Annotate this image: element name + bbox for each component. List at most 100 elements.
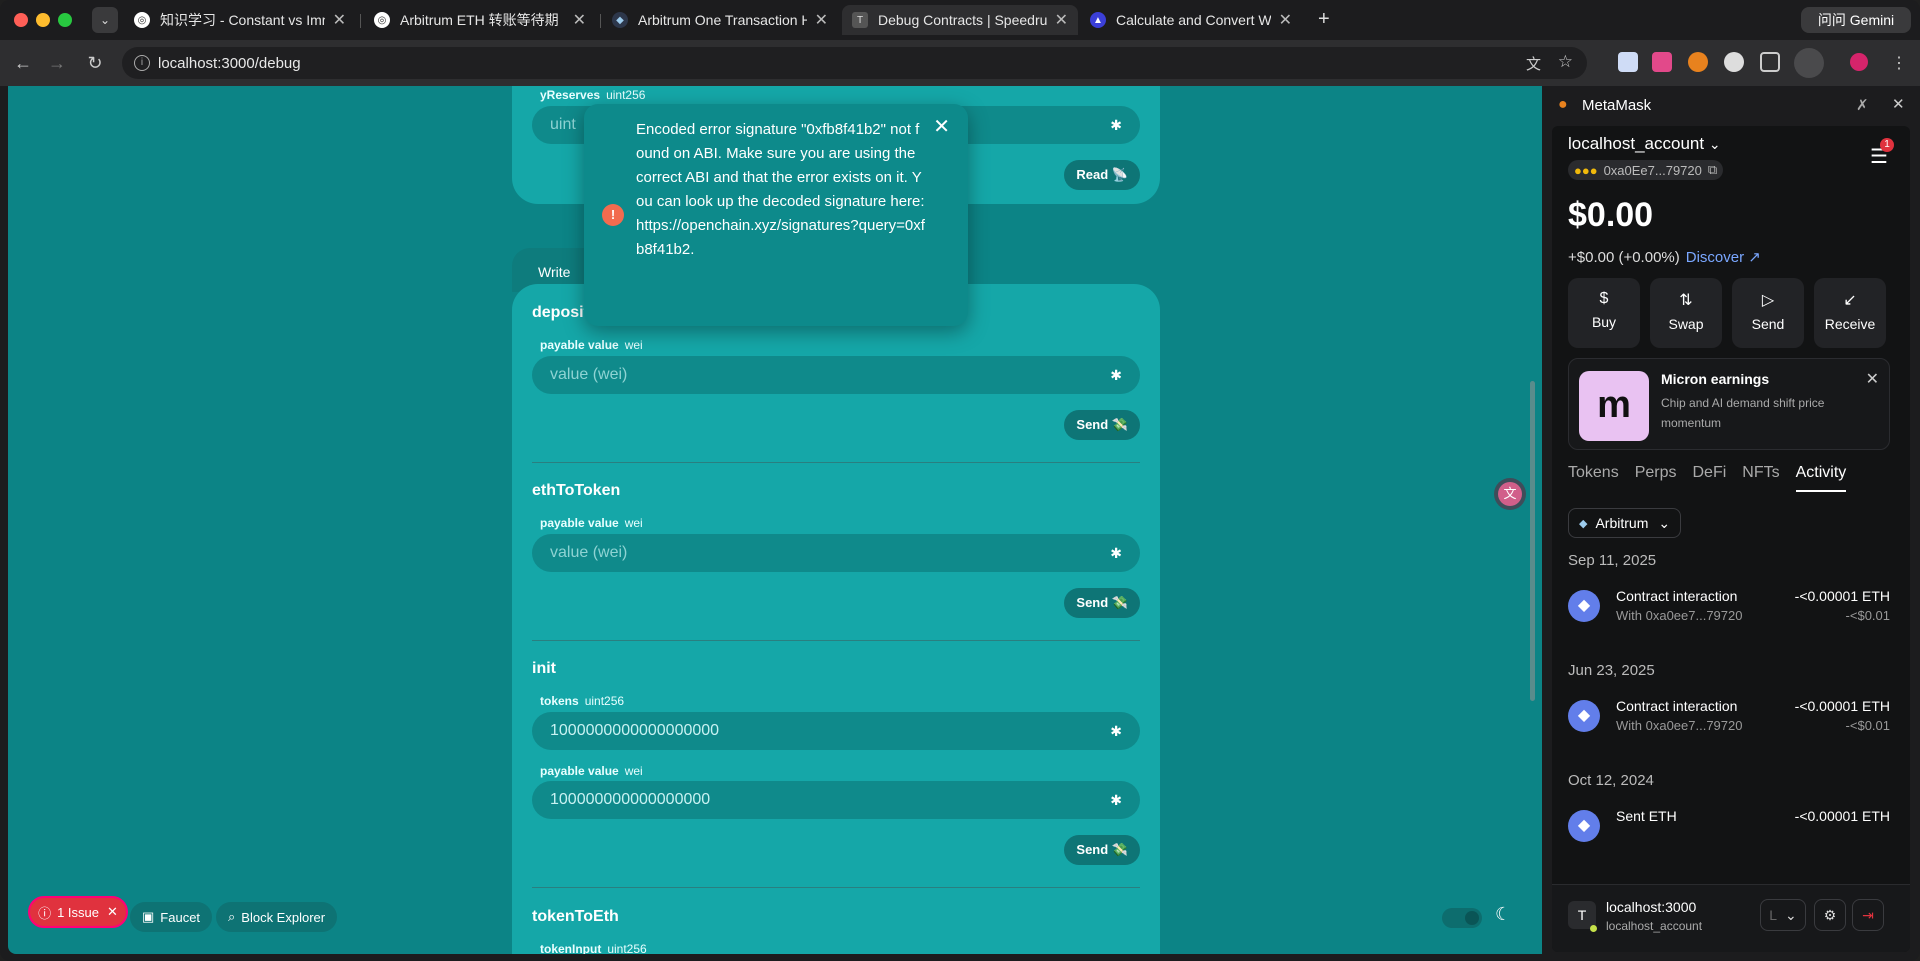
read-button[interactable]: Read 📡 [1064, 160, 1140, 190]
close-promo-icon[interactable]: ✕ [1866, 369, 1879, 389]
theme-toggle[interactable] [1442, 908, 1482, 928]
init-tokens-input[interactable]: 1000000000000000000 ✱ [532, 712, 1140, 750]
gemini-button[interactable]: 问问 Gemini [1801, 7, 1911, 33]
buy-button[interactable]: $ Buy [1568, 278, 1640, 348]
send-button[interactable]: Send 💸 [1064, 410, 1140, 440]
activity-item[interactable]: ◆ Contract interaction With 0xa0ee7...79… [1568, 582, 1890, 632]
copy-icon[interactable]: ⧉ [1708, 162, 1717, 178]
metamask-header: ● MetaMask ✗ ✕ [1542, 86, 1920, 126]
asterisk-icon[interactable]: ✱ [1110, 723, 1122, 740]
close-tab-icon[interactable]: ✕ [1055, 10, 1068, 30]
tab-title: Arbitrum One Transaction Has [638, 12, 807, 28]
close-toast-icon[interactable]: ✕ [933, 114, 950, 139]
balance: $0.00 [1568, 196, 1654, 234]
site-info-icon[interactable]: i [134, 55, 150, 71]
account-select[interactable]: L ⌄ [1760, 899, 1806, 931]
forward-icon[interactable]: → [44, 50, 70, 76]
disconnect-icon[interactable]: ⇥ [1852, 899, 1884, 931]
more-menu-icon[interactable]: ⋮ [1886, 50, 1912, 76]
new-tab-button[interactable]: + [1318, 8, 1330, 31]
translate-icon: 文 [1498, 482, 1522, 506]
settings-gear-icon[interactable]: ⚙ [1814, 899, 1846, 931]
tab-title: Calculate and Convert Wei, G [1116, 12, 1271, 28]
speedrun-icon: T [852, 12, 868, 28]
param-label: payable value wei [540, 338, 643, 352]
tab-0[interactable]: ◎ 知识学习 - Constant vs Immut ✕ [124, 5, 356, 35]
ethtotoken-value-input[interactable]: value (wei) ✱ [532, 534, 1140, 572]
tab-activity[interactable]: Activity [1795, 458, 1847, 492]
close-tab-icon[interactable]: ✕ [1279, 10, 1292, 30]
deposit-value-input[interactable]: value (wei) ✱ [532, 356, 1140, 394]
function-name: deposit [532, 304, 589, 321]
translate-icon[interactable]: 文 [1526, 53, 1541, 74]
address-bar[interactable]: i localhost:3000/debug 文 ☆ [122, 47, 1587, 79]
translate-widget[interactable]: 文 [1494, 478, 1526, 510]
connected-account: localhost_account [1606, 919, 1703, 933]
profile-avatar[interactable] [1850, 53, 1868, 71]
tab-3-active[interactable]: T Debug Contracts | Speedrun E ✕ [842, 5, 1078, 35]
network-filter[interactable]: ◆ Arbitrum ⌄ [1568, 508, 1682, 538]
activity-date: Sep 11, 2025 [1568, 552, 1657, 569]
tab-4[interactable]: ▲ Calculate and Convert Wei, G ✕ [1080, 5, 1302, 35]
minimize-window-button[interactable] [36, 13, 50, 27]
tab-2[interactable]: ◆ Arbitrum One Transaction Has ✕ [602, 5, 838, 35]
send-button[interactable]: Send 💸 [1064, 835, 1140, 865]
docs-extension-icon[interactable] [1618, 52, 1638, 72]
maximize-window-button[interactable] [58, 13, 72, 27]
tab-defi[interactable]: DeFi [1693, 458, 1727, 492]
balance-change: +$0.00 (+0.00%) Discover ↗ [1568, 249, 1761, 266]
tab-search-icon[interactable]: ⌄ [92, 7, 118, 33]
extension-pink-icon[interactable] [1652, 52, 1672, 72]
address-pill[interactable]: ●●● 0xa0Ee7...79720 ⧉ [1568, 160, 1724, 180]
error-message: Encoded error signature "0xfb8f41b2" not… [636, 121, 925, 258]
connection-footer: T localhost:3000 localhost_account L ⌄ ⚙ … [1552, 884, 1910, 952]
reload-icon[interactable]: ↻ [82, 50, 108, 76]
init-value-input[interactable]: 100000000000000000 ✱ [532, 781, 1140, 819]
close-issues-icon[interactable]: ✕ [107, 904, 118, 920]
error-icon: ! [602, 204, 624, 226]
issues-badge[interactable]: ⓘ 1 Issue ✕ [28, 896, 128, 928]
openai-extension-icon[interactable] [1724, 52, 1744, 72]
close-panel-icon[interactable]: ✕ [1892, 95, 1905, 113]
asterisk-icon[interactable]: ✱ [1110, 367, 1122, 384]
account-selector[interactable]: localhost_account ⌄ [1568, 134, 1721, 154]
close-window-button[interactable] [14, 13, 28, 27]
tab-nfts[interactable]: NFTs [1742, 458, 1779, 492]
faucet-button[interactable]: ▣ Faucet [130, 902, 213, 932]
param-label: tokens uint256 [540, 694, 625, 708]
search-icon: ⌕ [228, 909, 236, 924]
asterisk-icon[interactable]: ✱ [1110, 545, 1122, 562]
asterisk-icon[interactable]: ✱ [1110, 117, 1122, 134]
tab-1[interactable]: ◎ Arbitrum ETH 转账等待期 ✕ [364, 5, 596, 35]
bookmark-star-icon[interactable]: ☆ [1558, 52, 1573, 72]
send-icon: ▷ [1761, 292, 1775, 309]
activity-item[interactable]: ◆ Sent ETH -<0.00001 ETH [1568, 802, 1890, 852]
block-explorer-button[interactable]: ⌕ Block Explorer [216, 902, 338, 932]
close-tab-icon[interactable]: ✕ [333, 10, 346, 30]
asterisk-icon[interactable]: ✱ [1110, 792, 1122, 809]
url-text: localhost:3000/debug [158, 54, 301, 72]
activity-item[interactable]: ◆ Contract interaction With 0xa0ee7...79… [1568, 692, 1890, 742]
metamask-fox-icon: ● [1558, 96, 1568, 113]
side-panel-icon[interactable] [1794, 48, 1824, 78]
toolbar: ← → ↻ i localhost:3000/debug 文 ☆ ⋮ [0, 40, 1920, 86]
param-label: tokenInput uint256 [540, 942, 647, 954]
send-button[interactable]: ▷ Send [1732, 278, 1804, 348]
receive-button[interactable]: ↙ Receive [1814, 278, 1886, 348]
back-icon[interactable]: ← [10, 50, 36, 76]
close-tab-icon[interactable]: ✕ [815, 10, 828, 30]
discover-link[interactable]: Discover ↗ [1686, 249, 1761, 266]
notification-badge: 1 [1880, 138, 1894, 152]
param-label: payable value wei [540, 516, 643, 530]
promo-card[interactable]: m Micron earnings Chip and AI demand shi… [1568, 358, 1890, 450]
tab-perps[interactable]: Perps [1635, 458, 1677, 492]
tab-tokens[interactable]: Tokens [1568, 458, 1619, 492]
send-button[interactable]: Send 💸 [1064, 588, 1140, 618]
page-scrollbar[interactable] [1530, 381, 1535, 701]
extensions-puzzle-icon[interactable] [1760, 52, 1780, 72]
metamask-extension-icon[interactable] [1688, 52, 1708, 72]
issues-label: 1 Issue [57, 904, 100, 920]
close-tab-icon[interactable]: ✕ [573, 10, 586, 30]
swap-button[interactable]: ⇅ Swap [1650, 278, 1722, 348]
unpin-icon[interactable]: ✗ [1856, 96, 1869, 114]
